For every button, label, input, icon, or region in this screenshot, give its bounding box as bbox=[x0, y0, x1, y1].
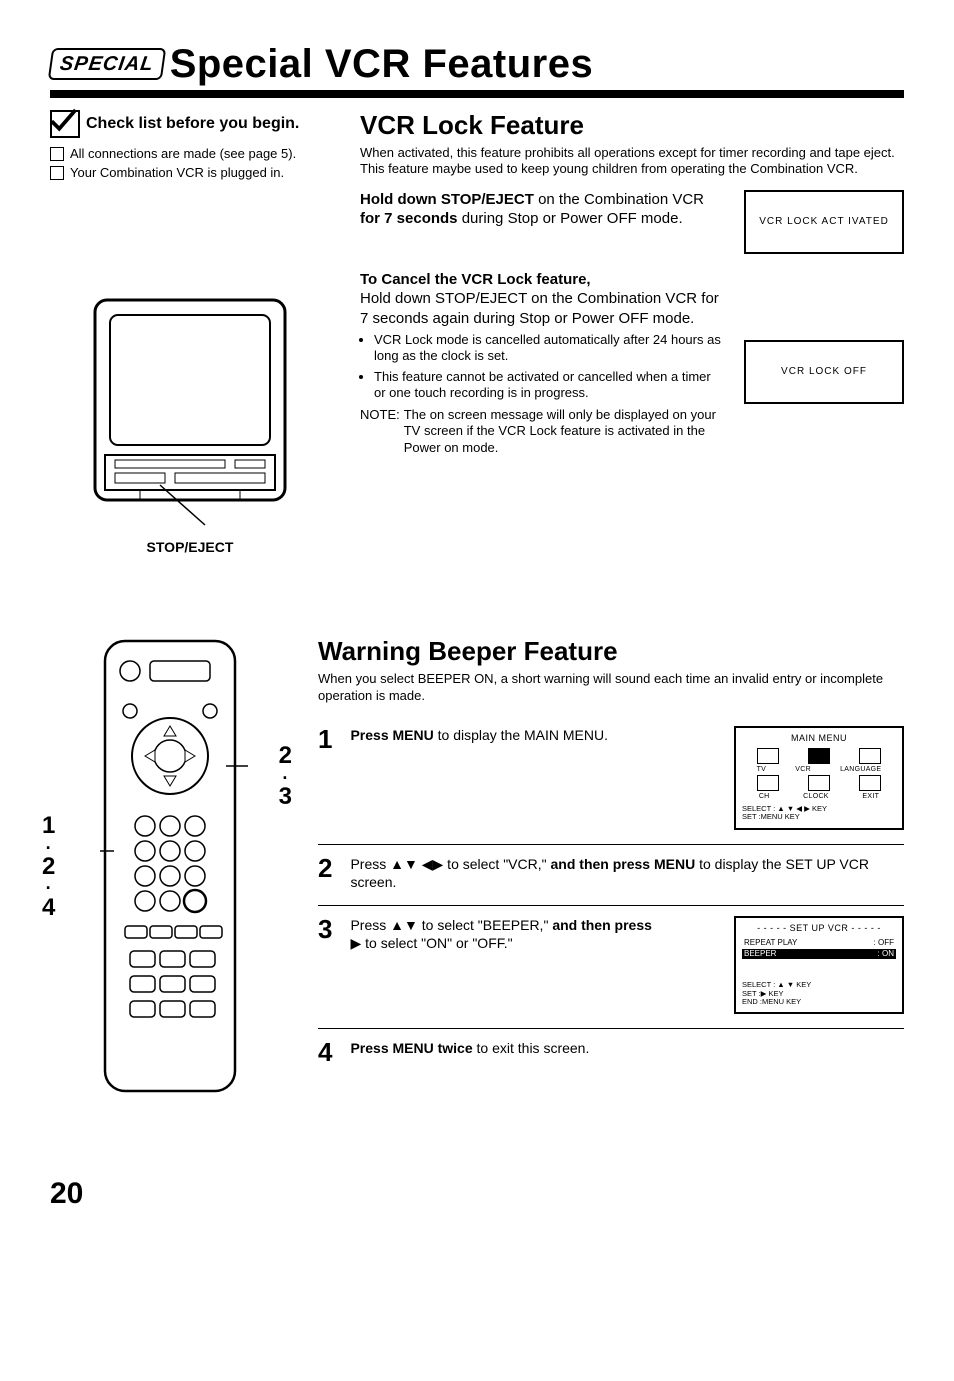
callout-right-3: 3 bbox=[279, 783, 292, 810]
step1-rest: to display the MAIN MENU. bbox=[434, 727, 608, 743]
vcr-lock-bullet: This feature cannot be activated or canc… bbox=[374, 369, 724, 402]
checkmark-icon bbox=[50, 110, 80, 138]
tv-vcr-diagram: STOP/EJECT bbox=[50, 290, 330, 556]
step1-bold: Press MENU bbox=[350, 727, 433, 743]
activate-bold2: for 7 seconds bbox=[360, 210, 458, 227]
arrow-right-icon: ▶ bbox=[350, 935, 361, 951]
stop-eject-label: STOP/EJECT bbox=[50, 539, 330, 556]
main-menu-osd: MAIN MENU TVVCRLANGUAGE CHCLOCKEXIT SELE… bbox=[734, 726, 904, 830]
callout-left-2: 2 bbox=[42, 853, 55, 880]
vcr-lock-bullet: VCR Lock mode is cancelled automatically… bbox=[374, 332, 724, 365]
step-number: 2 bbox=[318, 855, 332, 881]
callout-right-2: 2 bbox=[279, 742, 292, 769]
note-label: NOTE: bbox=[360, 407, 400, 456]
special-badge: SPECIAL bbox=[48, 48, 166, 80]
step3-bold: and then press bbox=[552, 917, 652, 933]
page-title: Special VCR Features bbox=[170, 40, 594, 88]
step-number: 3 bbox=[318, 916, 332, 942]
page-number: 20 bbox=[50, 1176, 904, 1212]
checklist-item: All connections are made (see page 5). bbox=[70, 146, 296, 162]
cancel-text: Hold down STOP/EJECT on the Combination … bbox=[360, 290, 719, 327]
activate-end: during Stop or Power OFF mode. bbox=[458, 210, 683, 227]
vcr-lock-title: VCR Lock Feature bbox=[360, 110, 904, 141]
beeper-title: Warning Beeper Feature bbox=[318, 636, 904, 667]
checkbox-icon bbox=[50, 147, 64, 161]
checkbox-icon bbox=[50, 166, 64, 180]
step3-mid: to select "BEEPER," bbox=[418, 917, 552, 933]
step-number: 4 bbox=[318, 1039, 332, 1065]
cancel-heading: To Cancel the VCR Lock feature, bbox=[360, 271, 591, 288]
checklist-heading: Check list before you begin. bbox=[86, 114, 299, 133]
step2-pre: Press bbox=[350, 856, 390, 872]
callout-left-4: 4 bbox=[42, 894, 55, 921]
step3-subrest: to select "ON" or "OFF." bbox=[361, 935, 512, 951]
step2-bold: and then press MENU bbox=[551, 856, 696, 872]
vcr-lock-on-display: VCR LOCK ACT IVATED bbox=[744, 190, 904, 254]
vcr-lock-intro: When activated, this feature prohibits a… bbox=[360, 145, 904, 178]
step-number: 1 bbox=[318, 726, 332, 752]
callout-left-1: 1 bbox=[42, 812, 55, 839]
arrow-keys-icon: ▲▼ ◀▶ bbox=[390, 856, 443, 872]
step3-pre: Press bbox=[350, 917, 390, 933]
checklist-item: Your Combination VCR is plugged in. bbox=[70, 165, 284, 181]
setup-vcr-osd: - - - - - SET UP VCR - - - - - REPEAT PL… bbox=[734, 916, 904, 1014]
note-text: The on screen message will only be displ… bbox=[404, 407, 724, 456]
step2-mid: to select "VCR," bbox=[443, 856, 550, 872]
beeper-intro: When you select BEEPER ON, a short warni… bbox=[318, 671, 904, 704]
remote-diagram: 1· 2· 4 2· 3 bbox=[50, 636, 290, 1096]
vcr-lock-off-display: VCR LOCK OFF bbox=[744, 340, 904, 404]
step4-bold: Press MENU twice bbox=[350, 1040, 472, 1056]
activate-mid: on the Combination VCR bbox=[534, 191, 704, 208]
activate-bold1: Hold down STOP/EJECT bbox=[360, 191, 534, 208]
step4-rest: to exit this screen. bbox=[473, 1040, 590, 1056]
arrow-keys-icon: ▲▼ bbox=[390, 917, 418, 933]
